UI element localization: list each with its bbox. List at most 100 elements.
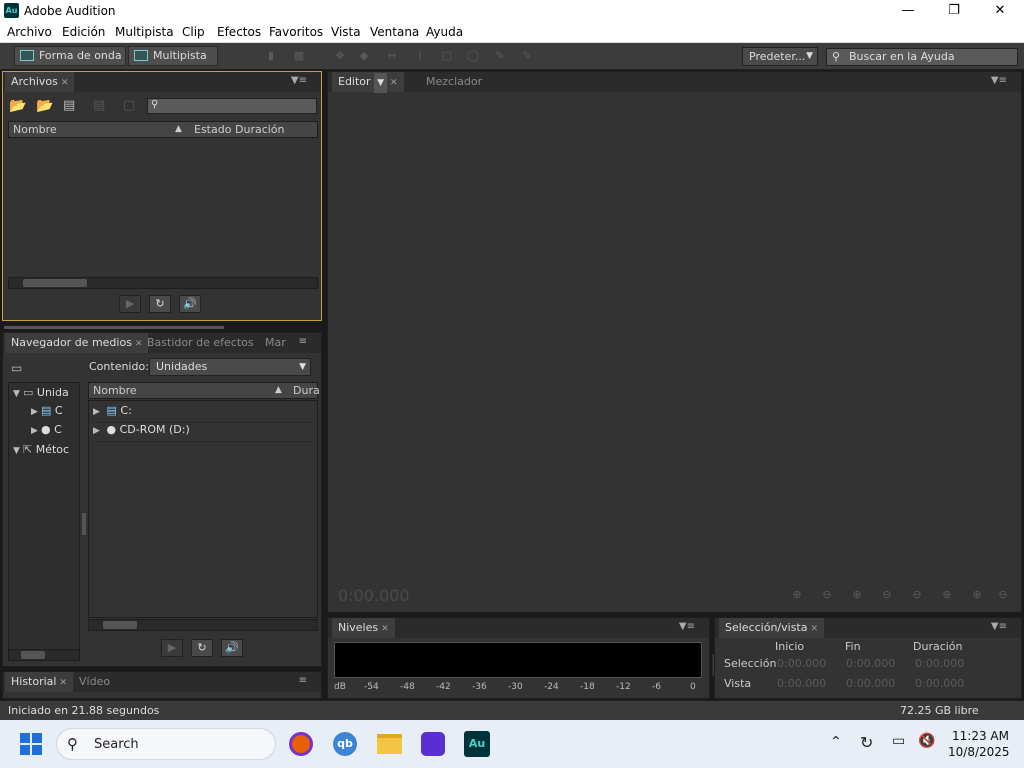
panel-menu-icon[interactable]: ▼≡: [991, 75, 1007, 86]
selection-duration-field[interactable]: 0:00.000: [915, 657, 964, 670]
slip-tool-icon[interactable]: ↔: [385, 49, 399, 63]
media-list[interactable]: ▶ ▤ C: ▶ ● CD-ROM (D:): [88, 400, 318, 618]
col-estado[interactable]: Estado: [194, 122, 231, 137]
close-tab-icon[interactable]: ✕: [390, 78, 398, 88]
marquee-tool-icon[interactable]: □: [440, 49, 454, 63]
panel-menu-icon[interactable]: ≡: [299, 336, 307, 347]
selection-start-field[interactable]: 0:00.000: [777, 657, 826, 670]
list-item[interactable]: ▶ ● CD-ROM (D:): [93, 423, 313, 442]
brush-tool-icon[interactable]: ✎: [493, 49, 507, 63]
menu-archivo[interactable]: Archivo: [7, 25, 52, 39]
chevron-up-icon[interactable]: ⌃: [830, 734, 842, 750]
waveform-area[interactable]: [328, 93, 1021, 593]
tab-editor[interactable]: Editor ▼ ✕: [332, 72, 404, 93]
minimize-button[interactable]: —: [885, 0, 931, 22]
view-duration-field[interactable]: 0:00.000: [915, 677, 964, 690]
zoom-selection-icon[interactable]: ⊕: [940, 588, 954, 602]
import-icon[interactable]: 📂: [36, 98, 53, 114]
volume-muted-icon[interactable]: 🔇: [918, 733, 935, 749]
panel-menu-icon[interactable]: ▼≡: [679, 621, 695, 632]
menu-ayuda[interactable]: Ayuda: [426, 25, 463, 39]
waveform-button[interactable]: Forma de onda: [14, 46, 126, 66]
media-player-icon[interactable]: [421, 732, 445, 756]
speaker-icon[interactable]: 🔊: [179, 295, 201, 313]
time-selection-icon[interactable]: I: [413, 49, 427, 63]
scroll-thumb[interactable]: [21, 651, 45, 659]
scroll-thumb[interactable]: [23, 279, 87, 287]
close-tab-icon[interactable]: ✕: [61, 78, 69, 88]
loop-icon[interactable]: ↻: [149, 295, 171, 313]
media-hscroll[interactable]: [88, 619, 318, 631]
spot-healing-icon[interactable]: ✎: [520, 49, 534, 63]
panel-menu-icon[interactable]: ≡: [299, 675, 307, 686]
zoom-amp-in-icon[interactable]: ⊕: [790, 588, 804, 602]
menu-edicion[interactable]: Edición: [62, 25, 105, 39]
firefox-icon[interactable]: [289, 732, 313, 756]
tab-video[interactable]: Vídeo: [73, 672, 116, 692]
multitrack-button[interactable]: Multipista: [128, 46, 218, 66]
splitter-handle[interactable]: [82, 513, 86, 535]
list-item[interactable]: ▶ ▤ C:: [93, 404, 313, 423]
trash-icon[interactable]: ▢: [123, 98, 135, 113]
tree-hscroll[interactable]: [8, 649, 80, 661]
tab-archivos[interactable]: Archivos ✕: [5, 72, 75, 92]
files-list[interactable]: [8, 139, 318, 277]
close-tab-icon[interactable]: ✕: [810, 624, 818, 634]
razor-tool-icon[interactable]: ◆: [357, 49, 371, 63]
col-nombre[interactable]: Nombre: [13, 122, 57, 137]
close-tab-icon[interactable]: ✕: [59, 678, 67, 688]
view-start-field[interactable]: 0:00.000: [777, 677, 826, 690]
tree-item-cdrom[interactable]: ▶ ● C: [31, 423, 79, 436]
zoom-in-point-icon[interactable]: ⊕: [970, 588, 984, 602]
col-duracion[interactable]: Duración: [235, 122, 285, 137]
selection-end-field[interactable]: 0:00.000: [846, 657, 895, 670]
tab-markers[interactable]: Mar: [259, 333, 292, 353]
open-folder-icon[interactable]: 📂: [9, 98, 26, 114]
clock-time[interactable]: 11:23 AM: [952, 729, 1009, 743]
menu-multipista[interactable]: Multipista: [115, 25, 174, 39]
lasso-tool-icon[interactable]: ◯: [466, 49, 480, 63]
view-end-field[interactable]: 0:00.000: [846, 677, 895, 690]
move-tool-icon[interactable]: ✥: [333, 49, 347, 63]
tree-item-c[interactable]: ▶ ▤ C: [31, 404, 79, 417]
media-tree[interactable]: ▼ ▭ Unida ▶ ▤ C ▶ ● C ▼ ⇱ Métoc: [8, 382, 80, 650]
qbittorrent-icon[interactable]: qb: [333, 732, 357, 756]
zoom-full-icon[interactable]: ⊖: [910, 588, 924, 602]
play-icon[interactable]: ▶: [119, 295, 141, 313]
files-hscroll[interactable]: [8, 277, 318, 289]
menu-favoritos[interactable]: Favoritos: [269, 25, 323, 39]
tab-mixer[interactable]: Mezclador: [420, 72, 488, 92]
menu-ventana[interactable]: Ventana: [370, 25, 419, 39]
zoom-amp-out-icon[interactable]: ⊖: [820, 588, 834, 602]
tab-effects-rack[interactable]: Bastidor de efectos: [141, 333, 260, 353]
tab-media-browser[interactable]: Navegador de medios ✕: [5, 333, 149, 353]
col-nombre[interactable]: Nombre: [93, 383, 137, 398]
tab-levels[interactable]: Niveles ✕: [332, 618, 395, 638]
zoom-out-icon[interactable]: ⊖: [880, 588, 894, 602]
drive-icon[interactable]: ▭: [11, 361, 22, 375]
insert-icon[interactable]: ▤: [93, 98, 105, 113]
chevron-down-icon[interactable]: ▼: [374, 73, 387, 93]
panel-divider[interactable]: [4, 326, 224, 329]
loop-icon[interactable]: ↻: [191, 639, 213, 657]
spectral-pitch-icon[interactable]: ▩: [292, 49, 306, 63]
tab-history[interactable]: Historial ✕: [5, 672, 74, 692]
workspace-select[interactable]: Predeter... ▼: [742, 47, 818, 66]
tree-item-unidades[interactable]: ▼ ▭ Unida: [13, 386, 79, 399]
menu-efectos[interactable]: Efectos: [217, 25, 261, 39]
close-button[interactable]: ✕: [977, 0, 1023, 22]
sync-icon[interactable]: ↻: [860, 733, 873, 752]
taskbar-search[interactable]: ⚲ Search: [56, 728, 276, 760]
zoom-out-point-icon[interactable]: ⊖: [996, 588, 1010, 602]
play-icon[interactable]: ▶: [161, 639, 183, 657]
zoom-in-icon[interactable]: ⊕: [850, 588, 864, 602]
clock-date[interactable]: 10/8/2025: [948, 745, 1010, 759]
file-explorer-icon[interactable]: [377, 734, 402, 754]
audition-icon[interactable]: Au: [464, 731, 490, 757]
spectral-freq-icon[interactable]: ▮: [264, 49, 278, 63]
scroll-thumb[interactable]: [103, 621, 137, 629]
help-search-input[interactable]: ⚲ Buscar en la Ayuda: [826, 48, 1018, 66]
panel-menu-icon[interactable]: ▼≡: [991, 621, 1007, 632]
restore-button[interactable]: ❐: [931, 0, 977, 22]
col-duracion[interactable]: Dura: [293, 383, 320, 398]
